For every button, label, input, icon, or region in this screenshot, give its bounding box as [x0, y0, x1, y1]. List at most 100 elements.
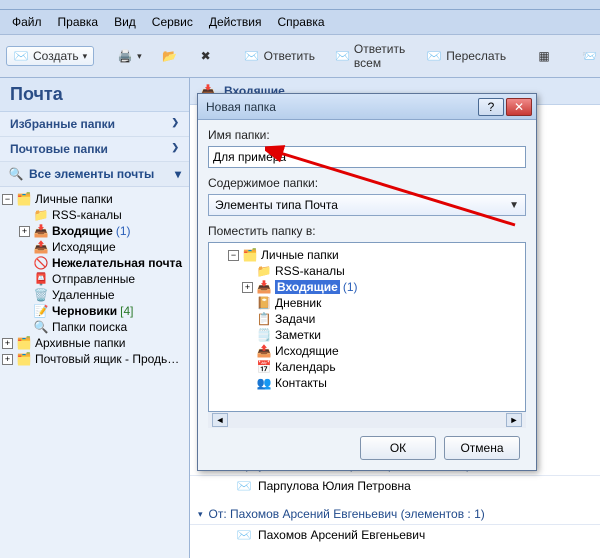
- dlg-tree-inbox[interactable]: +📥Входящие (1): [211, 279, 523, 295]
- move-button[interactable]: 📂: [155, 46, 185, 66]
- chevron-down-icon: ▾: [83, 51, 88, 62]
- mail-new-icon: ✉️: [13, 49, 29, 63]
- ok-button[interactable]: ОК: [360, 436, 436, 460]
- mailbox-icon: 🗂️: [16, 352, 32, 366]
- tree-row-junk[interactable]: 🚫Нежелательная почта: [2, 255, 187, 271]
- move-icon: 📂: [162, 49, 178, 63]
- navigation-pane: Почта Избранные папки❯ Почтовые папки❯ 🔍…: [0, 78, 190, 558]
- collapse-group-icon[interactable]: ▾: [198, 509, 203, 520]
- dlg-tree-rss[interactable]: 📁RSS-каналы: [211, 263, 523, 279]
- dlg-tree-tasks[interactable]: 📋Задачи: [211, 311, 523, 327]
- categorize-button[interactable]: ▦: [529, 46, 559, 66]
- menu-tools[interactable]: Сервис: [146, 13, 199, 31]
- reply-button[interactable]: ✉️Ответить: [237, 46, 322, 66]
- menu-actions[interactable]: Действия: [203, 13, 268, 31]
- tree-row-rss[interactable]: 📁RSS-каналы: [2, 207, 187, 223]
- all-items-button[interactable]: 🔍Все элементы почты ▾: [0, 162, 189, 187]
- dlg-tree-outbox[interactable]: 📤Исходящие: [211, 343, 523, 359]
- mail-icon: ✉️: [236, 479, 252, 493]
- expand-icon[interactable]: +: [2, 338, 13, 349]
- cancel-button[interactable]: Отмена: [444, 436, 520, 460]
- window-titlebar: [0, 0, 600, 10]
- rss-icon: 📁: [256, 264, 272, 278]
- tree-row-drafts[interactable]: 📝Черновики [4]: [2, 303, 187, 319]
- message-row[interactable]: ✉️ Пахомов Арсений Евгеньевич: [190, 525, 600, 545]
- inbox-icon: 📥: [33, 224, 49, 238]
- junk-icon: 🚫: [33, 256, 49, 270]
- scroll-left-icon[interactable]: ◄: [212, 413, 228, 427]
- folder-name-input[interactable]: [208, 146, 526, 168]
- menubar: Файл Правка Вид Сервис Действия Справка: [0, 10, 600, 35]
- dlg-tree-personal[interactable]: −🗂️Личные папки: [211, 247, 523, 263]
- new-folder-dialog: Новая папка ? ✕ Имя папки: Содержимое па…: [197, 93, 537, 471]
- outbox-icon: 📤: [33, 240, 49, 254]
- contents-label: Содержимое папки:: [208, 176, 526, 190]
- tree-row-outbox[interactable]: 📤Исходящие: [2, 239, 187, 255]
- dialog-tree[interactable]: −🗂️Личные папки 📁RSS-каналы +📥Входящие (…: [208, 242, 526, 412]
- tree-row-inbox[interactable]: +📥Входящие (1): [2, 223, 187, 239]
- mail-folders-section[interactable]: Почтовые папки❯: [0, 137, 189, 162]
- toolbar-create-label: Создать: [33, 49, 79, 63]
- notes-icon: 🗒️: [256, 328, 272, 342]
- dlg-tree-journal[interactable]: 📔Дневник: [211, 295, 523, 311]
- help-button[interactable]: ?: [478, 98, 504, 116]
- menu-view[interactable]: Вид: [108, 13, 142, 31]
- chevron-down-icon: ▾: [175, 167, 181, 181]
- menu-file[interactable]: Файл: [6, 13, 48, 31]
- send-receive-icon: 📨: [582, 49, 597, 63]
- close-icon: ✕: [514, 100, 524, 114]
- drafts-icon: 📝: [33, 304, 49, 318]
- scroll-right-icon[interactable]: ►: [506, 413, 522, 427]
- toolbar: ✉️ Создать ▾ 🖨️▾ 📂 ✖ ✉️Ответить ✉️Ответи…: [0, 35, 600, 78]
- reply-all-button[interactable]: ✉️Ответить всем: [328, 39, 413, 73]
- forward-icon: ✉️: [426, 49, 442, 63]
- place-label: Поместить папку в:: [208, 224, 526, 238]
- dialog-titlebar[interactable]: Новая папка ? ✕: [198, 94, 536, 120]
- dialog-title: Новая папка: [206, 100, 276, 114]
- create-button[interactable]: ✉️ Создать ▾: [6, 46, 94, 66]
- contents-combo[interactable]: Элементы типа Почта ▼: [208, 194, 526, 216]
- chevron-icon: ❯: [171, 117, 179, 131]
- expand-icon[interactable]: +: [242, 282, 253, 293]
- tree-row-archive[interactable]: +🗂️Архивные папки: [2, 335, 187, 351]
- expand-icon[interactable]: +: [19, 226, 30, 237]
- tree-row-deleted[interactable]: 🗑️Удаленные: [2, 287, 187, 303]
- tree-scrollbar[interactable]: ◄ ►: [208, 412, 526, 428]
- tree-row-sent[interactable]: 📮Отправленные: [2, 271, 187, 287]
- categorize-icon: ▦: [536, 49, 552, 63]
- search-icon: 🔍: [8, 167, 24, 181]
- forward-button[interactable]: ✉️Переслать: [419, 46, 513, 66]
- mail-icon: ✉️: [236, 528, 252, 542]
- close-button[interactable]: ✕: [506, 98, 532, 116]
- tree-row-search[interactable]: 🔍Папки поиска: [2, 319, 187, 335]
- dlg-tree-calendar[interactable]: 📅Календарь: [211, 359, 523, 375]
- dlg-tree-notes[interactable]: 🗒️Заметки: [211, 327, 523, 343]
- search-folder-icon: 🔍: [33, 320, 49, 334]
- collapse-icon[interactable]: −: [2, 194, 13, 205]
- calendar-icon: 📅: [256, 360, 272, 374]
- nav-title: Почта: [0, 78, 189, 112]
- send-receive-button[interactable]: 📨Отправить и по…: [575, 39, 600, 73]
- print-button[interactable]: 🖨️▾: [110, 46, 149, 66]
- sent-icon: 📮: [33, 272, 49, 286]
- collapse-icon[interactable]: −: [228, 250, 239, 261]
- dlg-tree-contacts[interactable]: 👥Контакты: [211, 375, 523, 391]
- tree-row-personal[interactable]: −🗂️Личные папки: [2, 191, 187, 207]
- tree-row-mailbox[interactable]: +🗂️Почтовый ящик - Продь…: [2, 351, 187, 367]
- chevron-icon: ❯: [171, 142, 179, 156]
- group-row[interactable]: ▾ От: Пахомов Арсений Евгеньевич (элемен…: [190, 504, 600, 525]
- deleted-icon: 🗑️: [33, 288, 49, 302]
- journal-icon: 📔: [256, 296, 272, 310]
- folder-root-icon: 🗂️: [16, 192, 32, 206]
- outbox-icon: 📤: [256, 344, 272, 358]
- message-row[interactable]: ✉️ Парпулова Юлия Петровна: [190, 476, 600, 496]
- help-icon: ?: [488, 100, 495, 114]
- menu-help[interactable]: Справка: [271, 13, 330, 31]
- print-icon: 🖨️: [117, 49, 133, 63]
- tasks-icon: 📋: [256, 312, 272, 326]
- favorites-section[interactable]: Избранные папки❯: [0, 112, 189, 137]
- delete-button[interactable]: ✖: [191, 46, 221, 66]
- delete-icon: ✖: [198, 49, 214, 63]
- menu-edit[interactable]: Правка: [52, 13, 105, 31]
- expand-icon[interactable]: +: [2, 354, 13, 365]
